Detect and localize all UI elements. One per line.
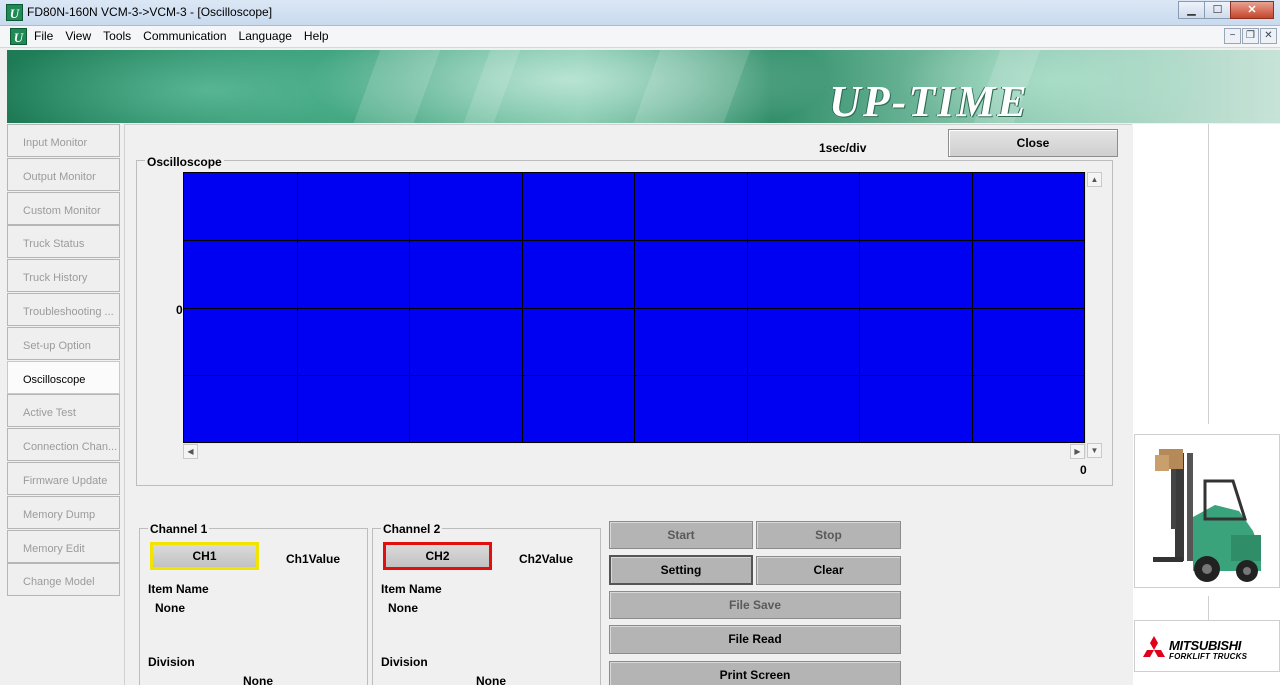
forklift-image bbox=[1134, 434, 1280, 588]
menu-help[interactable]: Help bbox=[304, 29, 329, 43]
vertical-scrollbar[interactable]: ▲ ▼ bbox=[1085, 172, 1102, 458]
ch1-item-name-value: None bbox=[155, 601, 185, 615]
menu-items: File View Tools Communication Language H… bbox=[34, 29, 341, 43]
menu-file[interactable]: File bbox=[34, 29, 53, 43]
mdi-close-icon[interactable]: ✕ bbox=[1260, 28, 1277, 44]
minimize-icon[interactable]: ▁ bbox=[1178, 1, 1205, 19]
banner-decoration bbox=[633, 50, 751, 123]
sidebar-item-troubleshooting[interactable]: Troubleshooting ... bbox=[7, 292, 120, 326]
file-save-button[interactable]: File Save bbox=[609, 591, 901, 619]
menu-tools[interactable]: Tools bbox=[103, 29, 131, 43]
right-side-panel bbox=[1133, 124, 1280, 685]
mdi-minimize-icon[interactable]: − bbox=[1224, 28, 1241, 44]
sidebar-item-truck-history[interactable]: Truck History bbox=[7, 259, 120, 293]
sidebar-item-change-model[interactable]: Change Model bbox=[7, 563, 120, 597]
grid-horizontal-line bbox=[184, 240, 1084, 241]
mdi-controls: − ❐ ✕ bbox=[1223, 28, 1277, 44]
ch2-value: Ch2Value bbox=[519, 552, 574, 566]
mdi-restore-icon[interactable]: ❐ bbox=[1242, 28, 1259, 44]
banner-decoration bbox=[353, 50, 441, 123]
y-axis-zero-label: 0 bbox=[176, 303, 183, 317]
brand-subtitle: FORKLIFT TRUCKS bbox=[1169, 652, 1248, 661]
sidebar-item-input-monitor[interactable]: Input Monitor bbox=[7, 124, 120, 157]
document-icon[interactable]: U bbox=[10, 28, 27, 45]
maximize-icon[interactable]: ☐ bbox=[1204, 1, 1231, 19]
ch2-division-value: None bbox=[476, 674, 506, 685]
panel-divider bbox=[1208, 596, 1209, 620]
sidebar-item-truck-status[interactable]: Truck Status bbox=[7, 225, 120, 259]
app-logo-icon: U bbox=[6, 4, 23, 21]
sidebar-item-connection-change[interactable]: Connection Chan... bbox=[7, 428, 120, 462]
ch2-item-name-value: None bbox=[388, 601, 418, 615]
application-window: U FD80N-160N VCM-3->VCM-3 - [Oscilloscop… bbox=[0, 0, 1280, 685]
brand-name: MITSUBISHI bbox=[1169, 638, 1242, 653]
menu-language[interactable]: Language bbox=[239, 29, 292, 43]
menu-communication[interactable]: Communication bbox=[143, 29, 226, 43]
window-controls: ▁ ☐ ✕ bbox=[1178, 1, 1274, 19]
ch2-button[interactable]: CH2 bbox=[383, 542, 492, 570]
grid-horizontal-line bbox=[184, 308, 1084, 309]
ch1-button[interactable]: CH1 bbox=[150, 542, 259, 570]
grid-horizontal-line bbox=[184, 375, 1084, 376]
stop-button[interactable]: Stop bbox=[756, 521, 901, 549]
start-button[interactable]: Start bbox=[609, 521, 753, 549]
banner-decoration bbox=[463, 50, 521, 123]
channel-2-group: Channel 2 CH2 Ch2Value Item Name None Di… bbox=[372, 522, 601, 685]
channel-2-label: Channel 2 bbox=[381, 522, 443, 536]
close-icon[interactable]: ✕ bbox=[1230, 1, 1274, 19]
panel-divider bbox=[1208, 124, 1209, 424]
sidebar-item-firmware-update[interactable]: Firmware Update bbox=[7, 461, 120, 495]
oscilloscope-group-label: Oscilloscope bbox=[145, 155, 224, 169]
channel-1-group: Channel 1 CH1 Ch1Value Item Name None Di… bbox=[139, 522, 368, 685]
sidebar-item-oscilloscope[interactable]: Oscilloscope bbox=[7, 360, 120, 394]
brand-logo-box: MITSUBISHI FORKLIFT TRUCKS bbox=[1134, 620, 1280, 672]
print-screen-button[interactable]: Print Screen bbox=[609, 661, 901, 685]
sidebar-item-custom-monitor[interactable]: Custom Monitor bbox=[7, 191, 120, 225]
ch2-item-name-label: Item Name bbox=[381, 582, 442, 596]
x-axis-zero-label: 0 bbox=[1080, 463, 1087, 477]
oscilloscope-display bbox=[183, 172, 1085, 443]
sidebar-item-setup-option[interactable]: Set-up Option bbox=[7, 326, 120, 360]
ch1-value: Ch1Value bbox=[286, 552, 341, 566]
title-bar: U FD80N-160N VCM-3->VCM-3 - [Oscilloscop… bbox=[0, 0, 1280, 26]
time-scale-label: 1sec/div bbox=[819, 141, 867, 155]
menu-bar: U File View Tools Communication Language… bbox=[0, 26, 1280, 48]
menu-view[interactable]: View bbox=[65, 29, 91, 43]
scroll-left-icon[interactable]: ◀ bbox=[183, 444, 198, 459]
sidebar-item-memory-dump[interactable]: Memory Dump bbox=[7, 495, 120, 529]
ch2-division-label: Division bbox=[381, 655, 428, 669]
channel-1-label: Channel 1 bbox=[148, 522, 210, 536]
window-title: FD80N-160N VCM-3->VCM-3 - [Oscilloscope] bbox=[27, 5, 273, 19]
sidebar-item-output-monitor[interactable]: Output Monitor bbox=[7, 157, 120, 191]
ch1-item-name-label: Item Name bbox=[148, 582, 209, 596]
header-banner: UP-TIME bbox=[7, 50, 1280, 123]
oscilloscope-group: Oscilloscope 0 ▲ ▼ ◀ ▶ 0 bbox=[136, 155, 1113, 486]
sidebar-nav: Input Monitor Output Monitor Custom Moni… bbox=[7, 124, 120, 597]
close-button[interactable]: Close bbox=[948, 129, 1118, 157]
uptime-logo: UP-TIME bbox=[829, 77, 1029, 123]
oscilloscope-panel: 1sec/div Close Oscilloscope 0 ▲ ▼ ◀ ▶ 0 … bbox=[124, 124, 1132, 685]
sidebar-item-active-test[interactable]: Active Test bbox=[7, 394, 120, 428]
forklift-icon bbox=[1153, 449, 1261, 582]
horizontal-scrollbar[interactable]: ◀ ▶ bbox=[183, 443, 1085, 459]
scroll-up-icon[interactable]: ▲ bbox=[1087, 172, 1102, 187]
sidebar-item-memory-edit[interactable]: Memory Edit bbox=[7, 529, 120, 563]
file-read-button[interactable]: File Read bbox=[609, 625, 901, 654]
ch1-division-label: Division bbox=[148, 655, 195, 669]
setting-button[interactable]: Setting bbox=[609, 555, 753, 585]
scroll-down-icon[interactable]: ▼ bbox=[1087, 443, 1102, 458]
clear-button[interactable]: Clear bbox=[756, 556, 901, 585]
ch1-division-value: None bbox=[243, 674, 273, 685]
scroll-right-icon[interactable]: ▶ bbox=[1070, 444, 1085, 459]
mitsubishi-diamonds-icon bbox=[1143, 636, 1165, 657]
